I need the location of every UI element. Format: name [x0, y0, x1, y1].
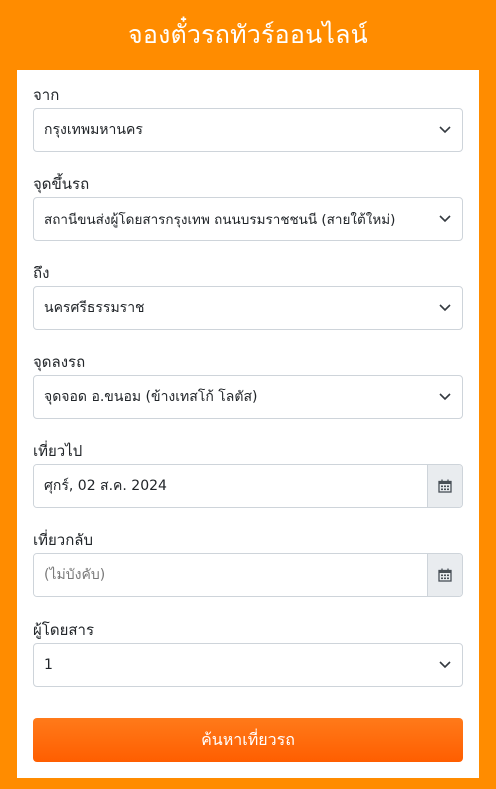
page-header: จองตั๋วรถทัวร์ออนไลน์ [0, 0, 496, 70]
to-select[interactable]: นครศรีธรรมราช [33, 286, 463, 330]
dropoff-label: จุดลงรถ [33, 353, 86, 371]
return-group: เที่ยวกลับ [33, 527, 463, 597]
from-group: จาก กรุงเทพมหานคร [33, 82, 463, 152]
chevron-down-icon [438, 390, 452, 404]
depart-date-input[interactable] [34, 465, 427, 507]
pickup-select[interactable]: สถานีขนส่งผู้โดยสารกรุงเทพ ถนนบรมราชชนนี… [33, 197, 463, 241]
from-value: กรุงเทพมหานคร [44, 122, 143, 138]
calendar-icon[interactable] [427, 554, 462, 596]
passengers-select[interactable]: 1 [33, 643, 463, 687]
return-date-input[interactable] [34, 554, 427, 596]
from-select[interactable]: กรุงเทพมหานคร [33, 108, 463, 152]
from-label: จาก [33, 86, 60, 104]
dropoff-value: จุดจอด อ.ขนอม (ข้างเทสโก้ โลตัส) [44, 389, 258, 405]
to-label: ถึง [33, 264, 50, 282]
return-label: เที่ยวกลับ [33, 531, 94, 549]
pickup-group: จุดขึ้นรถ สถานีขนส่งผู้โดยสารกรุงเทพ ถนน… [33, 171, 463, 241]
passengers-value: 1 [44, 657, 53, 673]
pickup-label: จุดขึ้นรถ [33, 175, 90, 193]
chevron-down-icon [438, 123, 452, 137]
depart-label: เที่ยวไป [33, 442, 83, 460]
dropoff-select[interactable]: จุดจอด อ.ขนอม (ข้างเทสโก้ โลตัส) [33, 375, 463, 419]
depart-date-field [33, 464, 463, 508]
passengers-group: ผู้โดยสาร 1 [33, 617, 463, 687]
chevron-down-icon [438, 301, 452, 315]
passengers-label: ผู้โดยสาร [33, 621, 95, 639]
depart-group: เที่ยวไป [33, 438, 463, 508]
calendar-icon[interactable] [427, 465, 462, 507]
pickup-value: สถานีขนส่งผู้โดยสารกรุงเทพ ถนนบรมราชชนนี… [44, 212, 396, 228]
dropoff-group: จุดลงรถ จุดจอด อ.ขนอม (ข้างเทสโก้ โลตัส) [33, 349, 463, 419]
return-date-field [33, 553, 463, 597]
chevron-down-icon [438, 658, 452, 672]
to-value: นครศรีธรรมราช [44, 300, 145, 316]
booking-form: จาก กรุงเทพมหานคร จุดขึ้นรถ สถานีขนส่งผู… [17, 70, 479, 778]
page-title: จองตั๋วรถทัวร์ออนไลน์ [128, 20, 368, 49]
search-trips-button[interactable]: ค้นหาเที่ยวรถ [33, 718, 463, 762]
chevron-down-icon [438, 212, 452, 226]
to-group: ถึง นครศรีธรรมราช [33, 260, 463, 330]
